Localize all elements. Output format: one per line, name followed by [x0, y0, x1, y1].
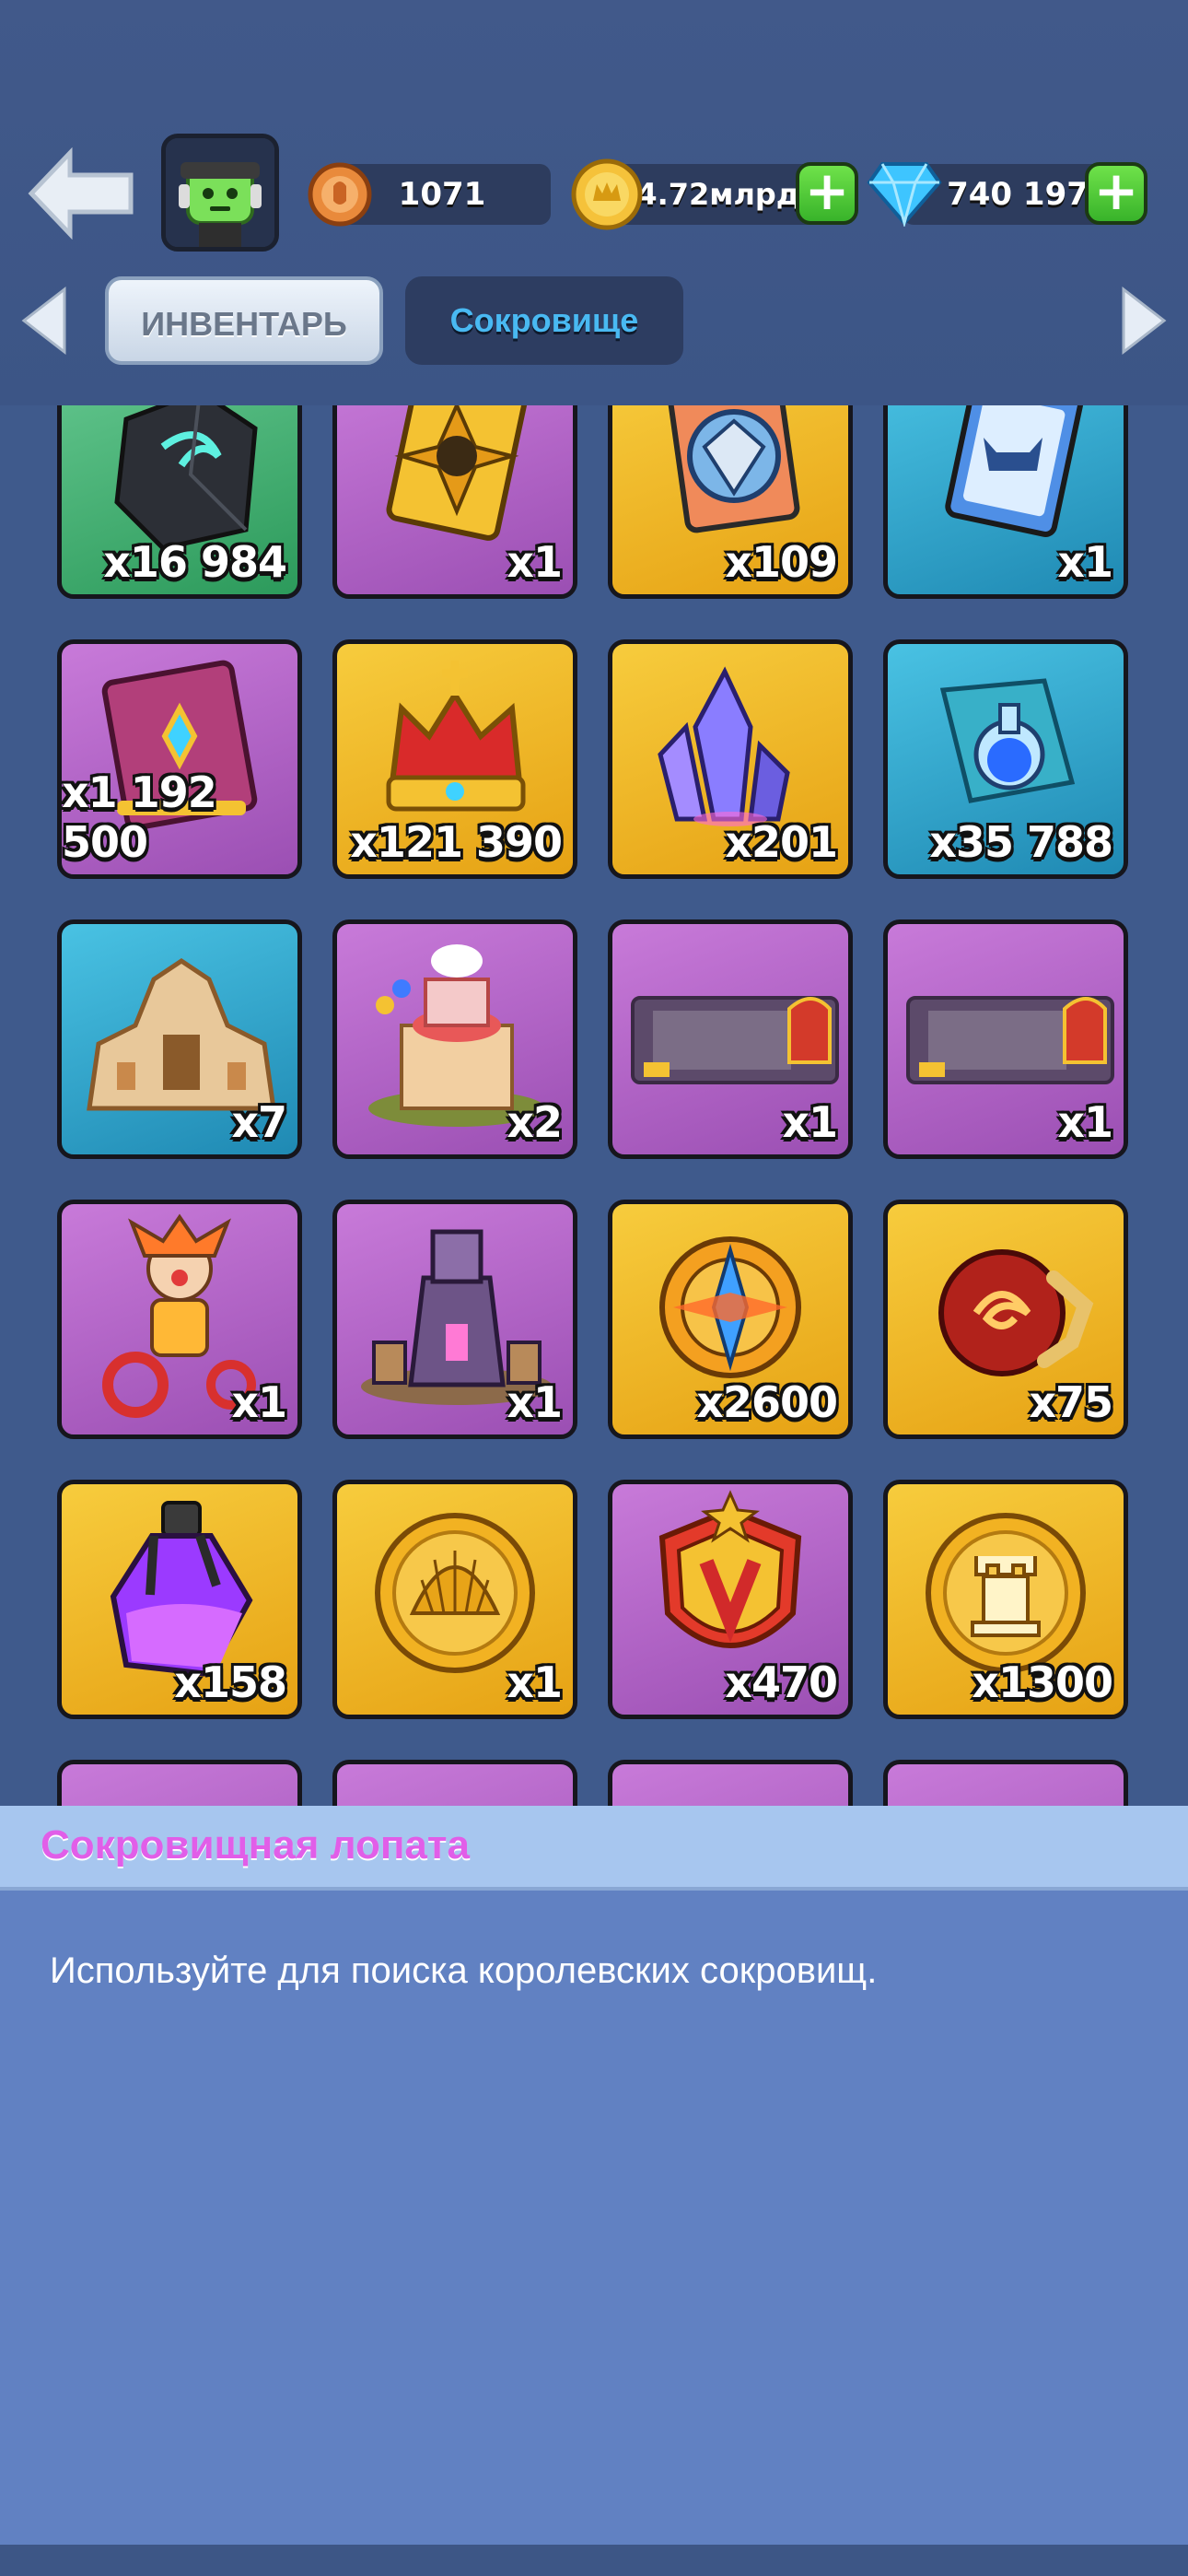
- item-quantity: x1 192 500: [62, 767, 217, 867]
- item-card[interactable]: x75: [883, 1200, 1128, 1439]
- bottom-bar: [0, 2545, 1188, 2576]
- item-info-panel: Используйте для поиска королевских сокро…: [0, 1891, 1188, 2545]
- item-card[interactable]: x1: [332, 405, 577, 599]
- gold-counter: 4.72млрд +: [569, 158, 864, 230]
- item-info-header: Сокровищная лопата: [0, 1806, 1188, 1891]
- avatar[interactable]: [161, 134, 279, 252]
- tab-left-arrow-icon[interactable]: [18, 286, 70, 356]
- item-card[interactable]: [608, 1760, 853, 1806]
- item-card[interactable]: x1: [883, 405, 1128, 599]
- item-title: Сокровищная лопата: [41, 1822, 470, 1868]
- item-quantity: x470: [725, 1657, 838, 1707]
- item-quantity: x1300: [972, 1657, 1113, 1707]
- item-quantity: x16 984: [103, 537, 287, 587]
- gem-counter: 740 197 +: [866, 162, 1179, 227]
- item-card[interactable]: x16 984: [57, 405, 302, 599]
- trophy-medal-icon: [308, 162, 372, 227]
- tab-treasure[interactable]: Сокровище: [405, 276, 683, 365]
- item-card[interactable]: x470: [608, 1480, 853, 1719]
- item-card[interactable]: x1 192 500: [57, 639, 302, 879]
- item-card[interactable]: x35 788: [883, 639, 1128, 879]
- item-card[interactable]: x121 390: [332, 639, 577, 879]
- item-quantity: x1: [507, 1657, 563, 1707]
- item-card[interactable]: x1: [332, 1200, 577, 1439]
- item-quantity: x1: [1057, 537, 1113, 587]
- item-card[interactable]: x1: [883, 919, 1128, 1159]
- item-quantity: x1: [782, 1097, 838, 1147]
- gold-coin-icon: [571, 158, 643, 230]
- item-quantity: x75: [1029, 1377, 1113, 1427]
- item-quantity: x201: [725, 817, 838, 867]
- robot-avatar-icon: [166, 138, 274, 247]
- item-card[interactable]: x201: [608, 639, 853, 879]
- item-quantity: x1: [1057, 1097, 1113, 1147]
- item-card[interactable]: [883, 1760, 1128, 1806]
- back-arrow-icon[interactable]: [26, 147, 136, 240]
- item-quantity: x35 788: [929, 817, 1113, 867]
- top-bar: 1071 4.72млрд + 740 197 + ИНВЕНТАРЬ Сокр…: [0, 0, 1188, 405]
- item-quantity: x1: [507, 1377, 563, 1427]
- item-card[interactable]: x1: [57, 1200, 302, 1439]
- item-quantity: x121 390: [350, 817, 563, 867]
- item-quantity: x1: [507, 537, 563, 587]
- diamond-icon: [867, 162, 942, 227]
- tab-inventory[interactable]: ИНВЕНТАРЬ: [105, 276, 383, 365]
- item-card[interactable]: x109: [608, 405, 853, 599]
- item-quantity: x2: [507, 1097, 563, 1147]
- item-card[interactable]: [57, 1760, 302, 1806]
- item-quantity: x2600: [696, 1377, 838, 1427]
- trophy-counter: 1071: [306, 162, 554, 227]
- add-gold-button[interactable]: +: [796, 162, 858, 225]
- item-quantity: x7: [231, 1097, 287, 1147]
- add-gems-button[interactable]: +: [1085, 162, 1147, 225]
- item-quantity: x158: [174, 1657, 287, 1707]
- item-card[interactable]: x158: [57, 1480, 302, 1719]
- item-card[interactable]: x1: [608, 919, 853, 1159]
- item-quantity: x109: [725, 537, 838, 587]
- item-description: Используйте для поиска королевских сокро…: [50, 1950, 878, 1991]
- item-quantity: x1: [231, 1377, 287, 1427]
- item-card[interactable]: x1300: [883, 1480, 1128, 1719]
- tab-right-arrow-icon[interactable]: [1118, 286, 1170, 356]
- item-card[interactable]: x2: [332, 919, 577, 1159]
- item-card[interactable]: x7: [57, 919, 302, 1159]
- treasure-grid: x16 984 x1 x109 x1 x1 192 500 x121 390 x201 x35…: [0, 405, 1188, 1806]
- item-card[interactable]: [332, 1760, 577, 1806]
- item-card[interactable]: x1: [332, 1480, 577, 1719]
- item-card[interactable]: x2600: [608, 1200, 853, 1439]
